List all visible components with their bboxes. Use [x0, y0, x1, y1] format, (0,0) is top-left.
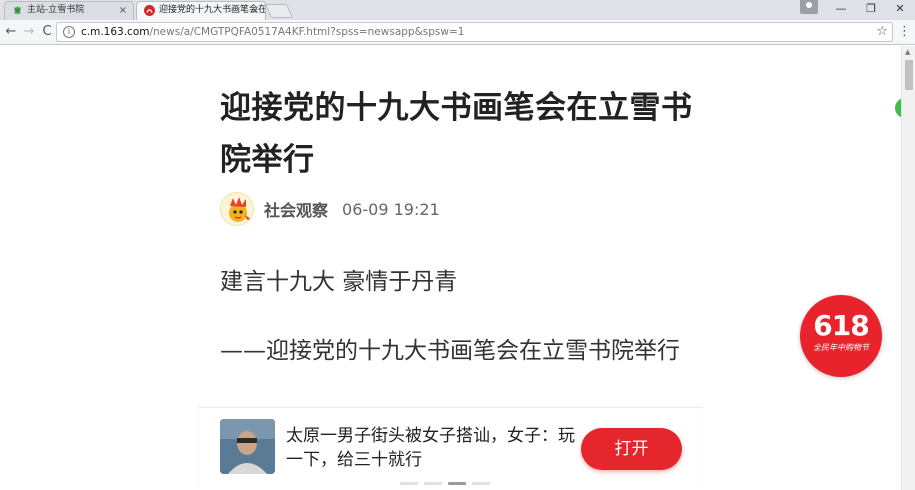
app-download-banner[interactable]: 太原一男子街头被女子搭讪，女子：玩一下，给三十就行 打开 — [199, 407, 703, 490]
tab-strip: 主站-立雪书院 × 迎接党的十九大书画笔会在 × — ❐ ✕ — [0, 0, 915, 20]
url-host: c.m.163.com — [81, 26, 150, 38]
page-scrollbar[interactable]: ▲ — [901, 46, 915, 490]
news-thumbnail[interactable] — [220, 419, 275, 474]
url-text[interactable]: c.m.163.com/news/a/CMGTPQFA0517A4KF.html… — [81, 23, 464, 41]
article-byline: 社会观察 06-09 19:21 — [220, 192, 440, 226]
person-photo-icon — [220, 419, 275, 474]
article-title: 迎接党的十九大书画笔会在立雪书院举行 — [220, 90, 693, 178]
promo-number: 618 — [813, 309, 869, 342]
url-path: /news/a/CMGTPQFA0517A4KF.html?spss=newsa… — [149, 26, 465, 38]
article-paragraph: ——迎接党的十九大书画笔会在立雪书院举行 — [220, 338, 680, 364]
minimize-button[interactable]: — — [826, 0, 856, 20]
maximize-button[interactable]: ❐ — [856, 0, 886, 20]
promo-text: 全民年中购物节 — [813, 343, 869, 352]
carousel-dot-active[interactable] — [448, 482, 466, 485]
profile-icon[interactable] — [800, 0, 818, 14]
browser-toolbar: ← → C i c.m.163.com/news/a/CMGTPQFA0517A… — [0, 20, 915, 45]
article-paragraph: 建言十九大 豪情于丹青 — [220, 269, 458, 295]
page-viewport: 迎接党的十九大书画笔会在立雪书院举行 社会观察 06-09 19:21 建言十九… — [0, 46, 901, 490]
close-window-button[interactable]: ✕ — [885, 0, 915, 20]
banner-headline[interactable]: 太原一男子街头被女子搭讪，女子：玩一下，给三十就行 — [286, 424, 576, 472]
tab-site-home[interactable]: 主站-立雪书院 × — [4, 1, 134, 20]
tab-title: 主站-立雪书院 — [27, 5, 85, 15]
carousel-indicator — [400, 482, 490, 485]
carousel-dot[interactable] — [400, 482, 418, 485]
close-tab-icon[interactable]: × — [251, 2, 259, 19]
address-bar[interactable]: i c.m.163.com/news/a/CMGTPQFA0517A4KF.ht… — [56, 22, 893, 42]
info-icon[interactable]: i — [63, 26, 75, 38]
bookmark-star-icon[interactable]: ☆ — [876, 23, 888, 41]
forward-button[interactable]: → — [20, 23, 38, 41]
netease-favicon-icon — [144, 5, 155, 16]
new-tab-button[interactable] — [264, 4, 294, 18]
open-app-button[interactable]: 打开 — [581, 428, 682, 470]
tab-article[interactable]: 迎接党的十九大书画笔会在 × — [136, 1, 266, 20]
scroll-up-arrow-icon[interactable]: ▲ — [905, 48, 910, 56]
source-avatar[interactable] — [220, 192, 254, 226]
publish-time: 06-09 19:21 — [342, 199, 440, 219]
browser-menu-icon[interactable]: ⋮ — [898, 24, 911, 40]
back-button[interactable]: ← — [2, 23, 20, 41]
mascot-icon — [229, 197, 251, 222]
source-name[interactable]: 社会观察 — [264, 197, 328, 221]
leaf-favicon-icon — [14, 6, 21, 15]
close-tab-icon[interactable]: × — [119, 2, 127, 19]
carousel-dot[interactable] — [472, 482, 490, 485]
promo-618-badge[interactable]: 618 全民年中购物节 — [800, 295, 882, 377]
scrollbar-thumb[interactable] — [905, 60, 913, 90]
carousel-dot[interactable] — [424, 482, 442, 485]
reload-button[interactable]: C — [38, 23, 56, 41]
